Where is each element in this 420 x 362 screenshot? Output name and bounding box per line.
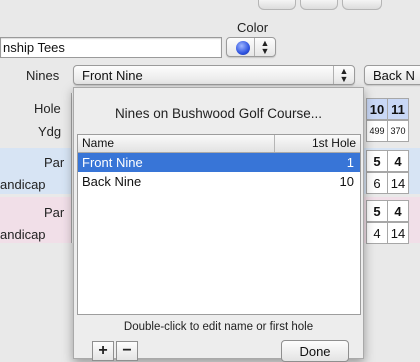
back-nine-button-label: Back N	[373, 68, 415, 83]
hole-label: Hole	[34, 101, 61, 116]
toolbar-segment-2[interactable]	[300, 0, 338, 10]
color-popup[interactable]: ▲ ▼	[226, 37, 276, 57]
tee-name-field[interactable]: nship Tees	[0, 37, 222, 58]
hole-cell-11[interactable]: 11	[387, 98, 409, 120]
par1-cell-11[interactable]: 4	[387, 150, 409, 172]
remove-button[interactable]: −	[116, 341, 138, 361]
table-row-back-nine[interactable]: Back Nine 10	[78, 172, 360, 191]
par-label-2: Par	[44, 205, 65, 220]
ydg-cell-11[interactable]: 370	[387, 120, 409, 142]
toolbar-segment-3[interactable]	[342, 0, 382, 10]
color-label: Color	[237, 20, 269, 35]
row-name: Front Nine	[82, 155, 143, 170]
hole-cell-10[interactable]: 10	[366, 98, 388, 120]
row-first-hole: 1	[346, 155, 354, 170]
table-header: Name 1st Hole	[78, 135, 360, 153]
sheet-hint: Double-click to edit name or first hole	[123, 321, 314, 333]
par2-cell-10[interactable]: 5	[366, 200, 388, 222]
nines-label: Nines	[26, 68, 60, 83]
ydg-label: Ydg	[38, 124, 62, 139]
table-row-front-nine[interactable]: Front Nine 1	[78, 153, 360, 172]
row-first-hole: 10	[339, 174, 354, 189]
handicap1-cell-11[interactable]: 14	[387, 172, 409, 194]
column-header-name[interactable]: Name	[82, 136, 114, 150]
color-swatch	[236, 41, 250, 55]
handicap2-cell-10[interactable]: 4	[366, 222, 388, 244]
nines-popup-value: Front Nine	[82, 68, 143, 83]
tee-name-value: nship Tees	[3, 40, 65, 55]
back-nine-button[interactable]: Back N	[364, 65, 420, 85]
handicap-label-2: andicap	[0, 227, 46, 242]
toolbar-segment-1[interactable]	[258, 0, 296, 10]
par1-cell-10[interactable]: 5	[366, 150, 388, 172]
chevron-updown-icon: ▲ ▼	[254, 38, 275, 56]
handicap1-cell-10[interactable]: 6	[366, 172, 388, 194]
add-button[interactable]: +	[92, 341, 114, 361]
nines-table: Name 1st Hole Front Nine 1 Back Nine 10	[77, 134, 361, 315]
column-header-first-hole[interactable]: 1st Hole	[312, 136, 356, 150]
handicap2-cell-11[interactable]: 14	[387, 222, 409, 244]
handicap-label-1: andicap	[0, 177, 46, 192]
sheet-title: Nines on Bushwood Golf Course...	[114, 106, 323, 121]
nines-sheet: Nines on Bushwood Golf Course... Name 1s…	[73, 87, 364, 362]
row-name: Back Nine	[82, 174, 142, 189]
column-divider	[274, 135, 275, 152]
chevron-updown-icon: ▲ ▼	[333, 66, 354, 84]
nines-popup[interactable]: Front Nine ▲ ▼	[73, 65, 355, 85]
par-label-1: Par	[44, 155, 65, 170]
ydg-cell-10[interactable]: 499	[366, 120, 388, 142]
par2-cell-11[interactable]: 4	[387, 200, 409, 222]
